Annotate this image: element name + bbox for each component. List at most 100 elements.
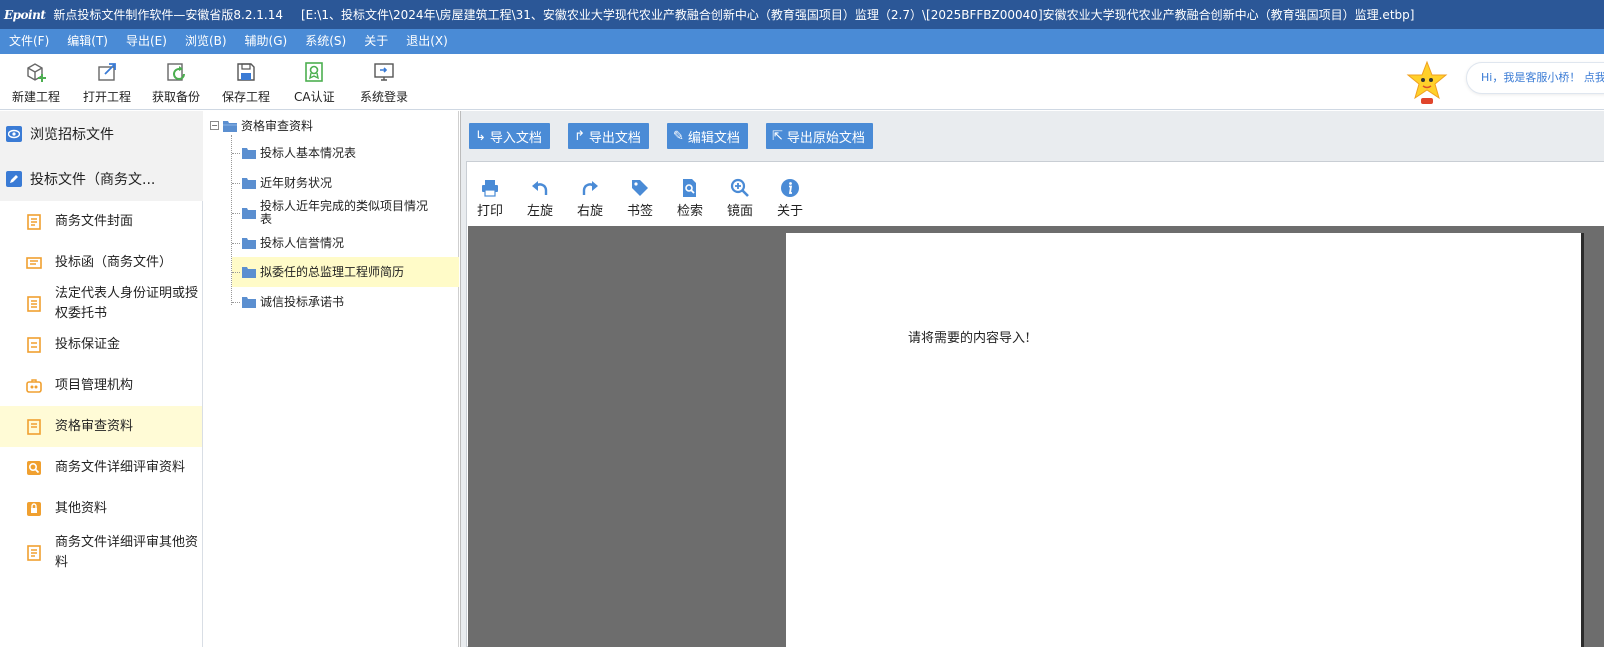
ca-certificate-icon [305,62,324,82]
new-project-label: 新建工程 [12,90,61,104]
tree-node[interactable]: 投标人基本情况表 [232,141,459,165]
menu-exit[interactable]: 退出(X) [397,29,457,54]
document-icon [27,213,41,230]
zoom-button[interactable]: 镜面 [727,178,753,219]
pdf-viewer: 打印 左旋 右旋 书签 检索 镜面 关于 请将需要的内容导入! [466,161,1604,647]
rotate-left-label: 左旋 [527,204,554,219]
get-backup-button[interactable]: 获取备份 [152,60,200,106]
tree-root-label: 资格审查资料 [241,119,314,133]
nav-item-business-cover[interactable]: 商务文件封面 [0,201,202,242]
search-icon [27,460,41,475]
new-project-button[interactable]: 新建工程 [12,60,60,106]
print-button[interactable]: 打印 [477,178,503,219]
collapse-icon[interactable]: − [210,121,219,130]
edit-document-button[interactable]: ✎ 编辑文档 [667,123,748,149]
export-original-label: 导出原始文档 [786,130,865,146]
nav-item-project-org[interactable]: 项目管理机构 [0,365,202,406]
rotate-right-label: 右旋 [577,204,604,219]
ca-auth-button[interactable]: CA认证 [294,60,335,106]
nav-item-qualification[interactable]: 资格审查资料 [0,406,202,447]
open-project-button[interactable]: 打开工程 [83,60,131,106]
ca-auth-label: CA认证 [294,90,335,104]
print-label: 打印 [477,204,504,219]
tree-node[interactable]: 投标人近年完成的类似项目情况表 [232,198,459,228]
tree-root[interactable]: − 资格审查资料 [210,117,313,134]
print-icon [482,180,498,197]
nav-item-bid-letter[interactable]: 投标函（商务文件） [0,242,202,283]
folder-icon [242,267,256,278]
folder-icon [242,208,256,219]
info-icon [781,179,799,197]
tree-node[interactable]: 诚信投标承诺书 [232,290,459,314]
bookmark-label: 书签 [627,204,654,219]
nav-item-label: 商务文件详细评审其他资料 [55,535,199,570]
left-navigation: 浏览招标文件 投标文件（商务文... 商务文件封面 投标函（商务文件） 法定代表… [0,111,203,647]
nav-item-detailed-other[interactable]: 商务文件详细评审其他资料 [0,529,202,577]
bid-business-item[interactable]: 投标文件（商务文... [0,156,203,201]
letter-icon [26,256,42,269]
search-button[interactable]: 检索 [677,178,703,219]
viewer-toolbar: 打印 左旋 右旋 书签 检索 镜面 关于 [467,162,1604,225]
tree-node[interactable]: 近年财务状况 [232,171,459,195]
nav-item-label: 商务文件详细评审资料 [55,459,186,475]
document-icon [27,418,41,435]
nav-item-label: 项目管理机构 [55,377,134,393]
tree-node[interactable]: 投标人信誉情况 [232,231,459,255]
zoom-in-icon [730,178,749,197]
nav-item-deposit[interactable]: 投标保证金 [0,324,202,365]
browse-tender-label: 浏览招标文件 [30,126,114,143]
save-icon [237,63,255,81]
system-login-button[interactable]: 系统登录 [360,60,408,106]
system-login-label: 系统登录 [360,90,409,104]
tree-node-label: 投标人基本情况表 [260,145,357,160]
tree-node-label: 诚信投标承诺书 [260,294,345,309]
menu-browse[interactable]: 浏览(B) [176,29,236,54]
zoom-label: 镜面 [727,204,754,219]
assistant-mascot-icon[interactable] [1404,60,1450,106]
nav-item-label: 投标保证金 [55,336,121,352]
external-link-icon: ⇱ [772,128,783,144]
folder-icon [242,178,256,189]
page-background[interactable]: 请将需要的内容导入! [468,226,1604,647]
get-backup-icon [167,63,185,81]
file-path: [E:\1、投标文件\2024年\房屋建筑工程\31、安徽农业大学现代农业产教融… [301,8,1415,22]
folder-open-icon [223,120,237,132]
app-title: 新点投标文件制作软件—安徽省版8.2.1.14 [53,8,283,22]
import-document-button[interactable]: ↳ 导入文档 [469,123,550,149]
menu-system[interactable]: 系统(S) [296,29,355,54]
assistant-greeting[interactable]: Hi，我是客服小桥！ 点我 [1466,62,1604,94]
menu-assist[interactable]: 辅助(G) [236,29,297,54]
rotate-left-button[interactable]: 左旋 [527,178,553,219]
menu-file[interactable]: 文件(F) [0,29,58,54]
menu-export[interactable]: 导出(E) [117,29,176,54]
about-button[interactable]: 关于 [777,178,803,219]
nav-item-label: 投标函（商务文件） [55,254,173,270]
menu-about[interactable]: 关于 [355,29,397,54]
tree-node-label: 投标人信誉情况 [260,235,345,250]
title-bar: Epoint 新点投标文件制作软件—安徽省版8.2.1.14 [E:\1、投标文… [0,0,1604,29]
app-logo: Epoint [4,7,46,22]
folder-icon [242,297,256,308]
export-icon: ↱ [574,128,585,144]
tree-node-label: 投标人近年完成的类似项目情况表 [260,199,429,226]
menu-edit[interactable]: 编辑(T) [58,29,117,54]
export-document-button[interactable]: ↱ 导出文档 [568,123,649,149]
save-project-button[interactable]: 保存工程 [222,60,270,106]
nav-item-legal-rep[interactable]: 法定代表人身份证明或授权委托书 [0,283,202,324]
import-document-label: 导入文档 [489,130,542,146]
tree-node-selected[interactable]: 拟委任的总监理工程师简历 [232,257,459,287]
document-area: ↳ 导入文档 ↱ 导出文档 ✎ 编辑文档 ⇱ 导出原始文档 打印 左旋 右旋 书… [460,111,1604,647]
system-login-icon [374,63,394,81]
browse-tender-item[interactable]: 浏览招标文件 [0,111,203,156]
rotate-right-button[interactable]: 右旋 [577,178,603,219]
bid-business-label: 投标文件（商务文... [30,171,156,188]
nav-item-other[interactable]: 其他资料 [0,488,202,529]
export-document-label: 导出文档 [588,130,641,146]
lock-icon [27,501,41,516]
search-label: 检索 [677,204,704,219]
export-original-button[interactable]: ⇱ 导出原始文档 [766,123,873,149]
folder-icon [242,148,256,159]
nav-item-label: 法定代表人身份证明或授权委托书 [55,285,199,321]
nav-item-detailed-review[interactable]: 商务文件详细评审资料 [0,447,202,488]
bookmark-button[interactable]: 书签 [627,178,653,219]
